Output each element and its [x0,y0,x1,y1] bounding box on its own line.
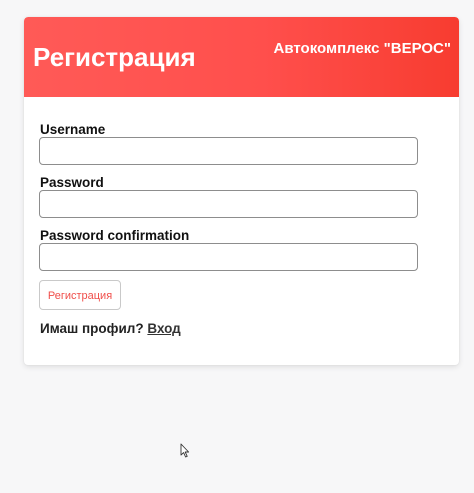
username-label: Username [40,122,106,137]
login-prompt: Имаш профил? Вход [40,321,181,337]
password-confirmation-input[interactable] [39,243,418,271]
password-label: Password [40,175,104,190]
password-input[interactable] [39,190,418,218]
login-link[interactable]: Вход [147,321,180,336]
register-button[interactable]: Регистрация [39,280,121,310]
password-confirmation-label: Password confirmation [40,228,190,243]
login-question: Имаш профил? [40,321,144,336]
username-input[interactable] [39,137,418,165]
brand-name: Автокомплекс "ВЕРОС" [273,40,451,57]
card-header: Регистрация Автокомплекс "ВЕРОС" [24,17,459,97]
registration-card: Регистрация Автокомплекс "ВЕРОС" Usernam… [24,17,459,365]
mouse-pointer-icon [180,443,190,458]
page-title: Регистрация [33,42,196,72]
